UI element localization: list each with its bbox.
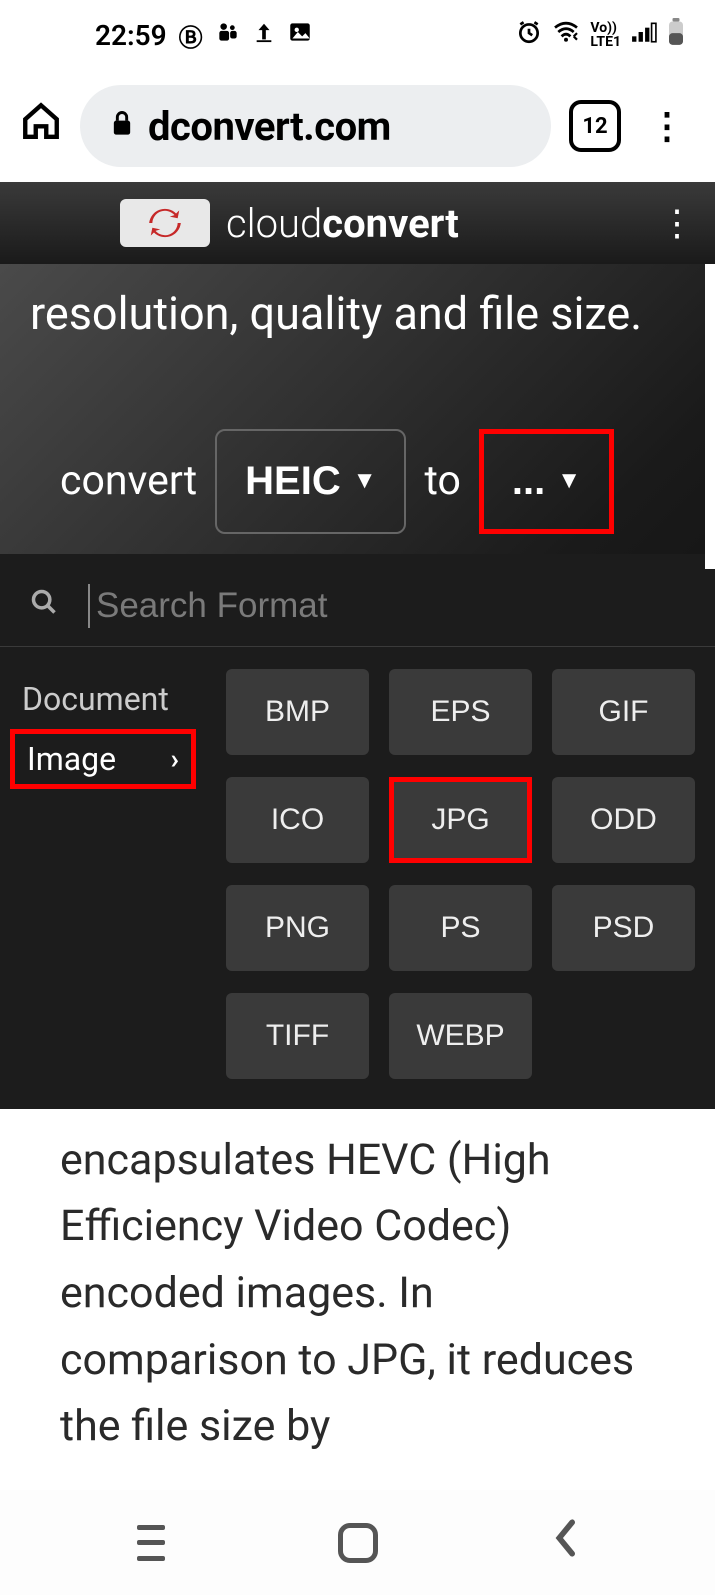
convert-label: convert [60,457,197,505]
format-tiff[interactable]: TIFF [226,993,369,1079]
status-time: 22:59 [95,19,167,52]
format-jpg[interactable]: JPG [389,777,532,863]
battery-icon [667,18,685,52]
format-png[interactable]: PNG [226,885,369,971]
site-logo[interactable] [120,199,210,247]
browser-bar: dconvert.com 12 ⋮ [0,70,715,182]
search-icon [30,588,58,624]
address-bar[interactable]: dconvert.com [80,85,551,167]
tab-count: 12 [582,114,607,139]
recent-apps-button[interactable] [137,1525,165,1561]
alarm-icon [516,19,542,51]
home-button[interactable] [338,1523,378,1563]
format-search-input[interactable] [88,584,675,628]
format-ps[interactable]: PS [389,885,532,971]
from-format-dropdown[interactable]: HEIC ▼ [215,429,406,534]
image-icon [287,19,313,51]
convert-row: convert HEIC ▼ to ... ▼ [0,389,715,554]
lock-icon [110,109,134,144]
site-title: cloudconvert [226,200,459,247]
to-format-value: ... [512,459,545,504]
back-button[interactable] [552,1518,578,1568]
picker-body: Document Image › BMPEPSGIF ICOJPGODD PNGPSPS… [0,647,715,1079]
scrollbar[interactable] [705,264,715,569]
category-image[interactable]: Image › [10,729,196,789]
site-menu-icon[interactable]: ⋮ [659,202,695,244]
category-document[interactable]: Document [10,669,196,729]
format-psd[interactable]: PSD [552,885,695,971]
browser-menu-icon[interactable]: ⋮ [639,105,695,147]
chevron-right-icon: › [171,742,179,775]
format-bmp[interactable]: BMP [226,669,369,755]
site-header: cloudconvert ⋮ [0,182,715,264]
system-nav-bar [0,1490,715,1595]
format-eps[interactable]: EPS [389,669,532,755]
category-label: Image [27,740,116,778]
hero-section: resolution, quality and file size. conve… [0,264,715,1109]
format-webp[interactable]: WEBP [389,993,532,1079]
to-format-dropdown[interactable]: ... ▼ [479,429,614,534]
status-bar: 22:59 Ⓑ Vo))LTE1 [0,0,715,70]
category-label: Document [22,680,169,718]
format-picker-panel: Document Image › BMPEPSGIF ICOJPGODD PNGPSPS… [0,554,715,1109]
url-text: dconvert.com [148,103,391,150]
upload-icon [253,19,275,51]
app-icon-teams [215,19,241,51]
from-format-value: HEIC [245,459,341,504]
chevron-down-icon: ▼ [353,467,377,495]
app-icon-b: Ⓑ [179,18,203,53]
status-right: Vo))LTE1 [516,18,685,52]
lte-label: Vo))LTE1 [590,21,621,49]
browser-home-icon[interactable] [20,100,62,152]
to-label: to [424,457,460,505]
format-gif[interactable]: GIF [552,669,695,755]
status-left: 22:59 Ⓑ [95,18,313,53]
wifi-icon [552,21,580,49]
format-grid: BMPEPSGIF ICOJPGODD PNGPSPSD TIFFWEBP [226,669,715,1079]
signal-icon [631,21,657,49]
format-odd[interactable]: ODD [552,777,695,863]
hero-description: resolution, quality and file size. [0,264,715,389]
tabs-button[interactable]: 12 [569,100,621,152]
category-column: Document Image › [0,669,196,1079]
article-body: encapsulates HEVC (High Efficiency Video… [0,1109,715,1460]
chevron-down-icon: ▼ [557,467,581,495]
search-row [0,554,715,647]
format-ico[interactable]: ICO [226,777,369,863]
